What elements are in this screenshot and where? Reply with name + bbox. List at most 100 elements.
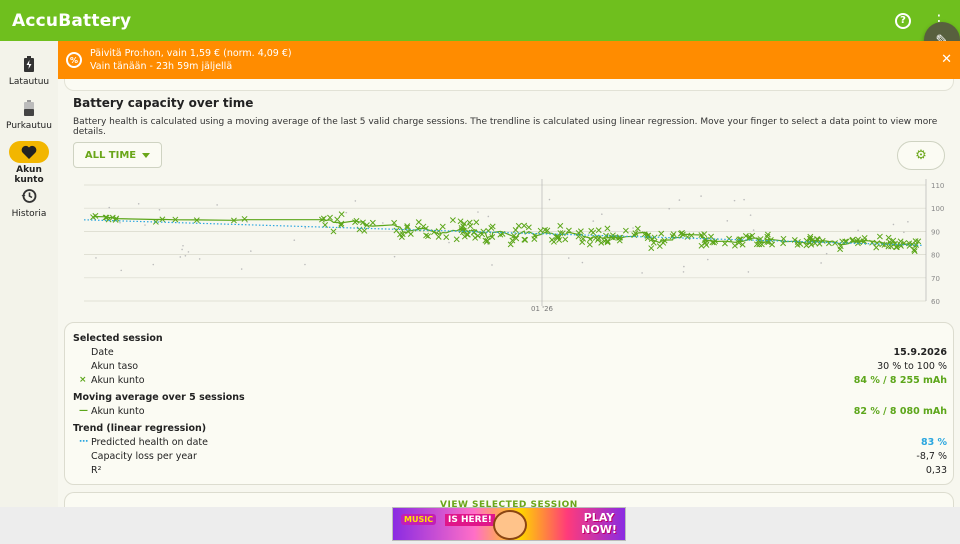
- background-dot: [581, 261, 584, 264]
- health-point: [885, 234, 892, 241]
- chart-settings-button[interactable]: ⚙: [897, 141, 945, 170]
- health-point: [769, 241, 776, 248]
- background-dot: [903, 231, 905, 234]
- background-dot: [892, 223, 895, 226]
- health-point: [338, 211, 345, 218]
- promo-line-2: Vain tänään - 23h 59m jäljellä: [90, 61, 233, 72]
- health-point: [515, 222, 522, 229]
- promo-line-1: Päivitä Pro:hon, vain 1,59 € (norm. 4,09…: [90, 48, 292, 59]
- background-dot: [477, 211, 479, 213]
- ad-banner[interactable]: MUSIC IS HERE! PLAY NOW!: [392, 507, 626, 541]
- background-dot: [293, 239, 296, 241]
- selected-session-header: Selected session: [73, 333, 163, 344]
- background-dot: [743, 198, 745, 201]
- background-dot: [137, 202, 140, 205]
- background-dot: [682, 271, 685, 273]
- promo-banner[interactable]: % Päivitä Pro:hon, vain 1,59 € (norm. 4,…: [58, 41, 960, 79]
- background-dot: [250, 250, 252, 252]
- background-dot: [726, 220, 729, 222]
- time-range-dropdown[interactable]: ALL TIME: [73, 142, 162, 168]
- health-point: [656, 243, 663, 250]
- background-dot: [749, 214, 752, 216]
- background-dot: [345, 211, 348, 214]
- heart-icon: [9, 141, 49, 163]
- predicted-row: ⋯ Predicted health on date 83 %: [79, 437, 947, 448]
- caret-down-icon: [142, 152, 151, 158]
- nav-item-history[interactable]: Historia: [0, 185, 58, 219]
- moving-average-header: Moving average over 5 sessions: [73, 392, 245, 403]
- background-dot: [567, 257, 570, 259]
- x-tick-label: 01 '26: [531, 305, 554, 313]
- background-dot: [198, 258, 201, 260]
- y-tick-label: 70: [931, 275, 940, 283]
- y-tick-label: 110: [931, 182, 944, 190]
- health-point: [435, 233, 442, 240]
- health-point: [521, 236, 528, 243]
- close-icon[interactable]: ✕: [941, 53, 952, 66]
- background-dot: [601, 213, 603, 215]
- capacity-chart[interactable]: 110 100 90 80 70 60 01 '26: [70, 176, 950, 318]
- background-dot: [304, 263, 306, 266]
- background-dot: [158, 208, 161, 211]
- background-dot: [548, 198, 551, 201]
- background-dot: [95, 257, 97, 259]
- ad-cta: PLAY NOW!: [581, 511, 617, 536]
- health-point: [241, 215, 248, 222]
- background-dot: [733, 199, 736, 202]
- cross-marker-icon: ×: [79, 375, 87, 385]
- nav-item-discharging[interactable]: Purkautuu: [0, 97, 58, 131]
- health-point: [861, 235, 868, 241]
- help-button[interactable]: ?: [892, 10, 914, 32]
- background-dot: [632, 227, 634, 229]
- section-description: Battery health is calculated using a mov…: [73, 117, 938, 137]
- background-dot: [187, 251, 190, 253]
- discount-icon: %: [66, 52, 82, 68]
- date-row: Date 15.9.2026: [91, 347, 947, 358]
- time-range-label: ALL TIME: [84, 149, 137, 161]
- background-dot: [907, 220, 909, 223]
- battery-charging-icon: [9, 53, 49, 75]
- y-tick-label: 90: [931, 228, 940, 236]
- background-dot: [181, 248, 183, 251]
- background-dot: [678, 199, 681, 201]
- health-point: [461, 233, 468, 240]
- y-tick-label: 60: [931, 298, 940, 306]
- app-title: AccuBattery: [12, 10, 132, 31]
- nav-item-charging[interactable]: Latautuu: [0, 53, 58, 87]
- card-edge: [64, 79, 954, 91]
- background-dot: [491, 264, 493, 266]
- help-icon: ?: [895, 12, 911, 29]
- background-dot: [700, 195, 702, 197]
- health-point: [415, 219, 422, 226]
- background-dot: [382, 222, 384, 224]
- health-point: [474, 232, 481, 239]
- background-dot: [825, 252, 828, 255]
- health-point: [453, 236, 460, 243]
- nav-item-health[interactable]: Akun kunto: [0, 141, 58, 185]
- capacity-loss-row: Capacity loss per year -8,7 %: [91, 451, 947, 462]
- health-point: [670, 231, 677, 238]
- health-point: [726, 235, 733, 242]
- health-point: [873, 244, 880, 251]
- health-point: [698, 242, 705, 249]
- background-dot: [354, 200, 357, 202]
- health-point: [369, 219, 376, 226]
- health-point: [467, 223, 474, 230]
- health-point: [512, 227, 519, 233]
- health-row: × Akun kunto 84 % / 8 255 mAh: [79, 375, 947, 386]
- health-point: [595, 227, 602, 234]
- nav-label: Latautuu: [8, 77, 50, 87]
- background-dot: [668, 207, 671, 210]
- background-dot: [747, 271, 750, 273]
- background-dot: [179, 256, 182, 258]
- background-dot: [857, 229, 859, 232]
- history-icon: [9, 185, 49, 207]
- health-point: [658, 230, 665, 237]
- health-point: [876, 233, 883, 240]
- background-dot: [752, 229, 755, 231]
- background-dot: [184, 254, 187, 257]
- ad-text: MUSIC: [401, 514, 437, 525]
- health-point: [586, 241, 593, 248]
- background-dot: [487, 215, 490, 218]
- health-point: [361, 227, 368, 234]
